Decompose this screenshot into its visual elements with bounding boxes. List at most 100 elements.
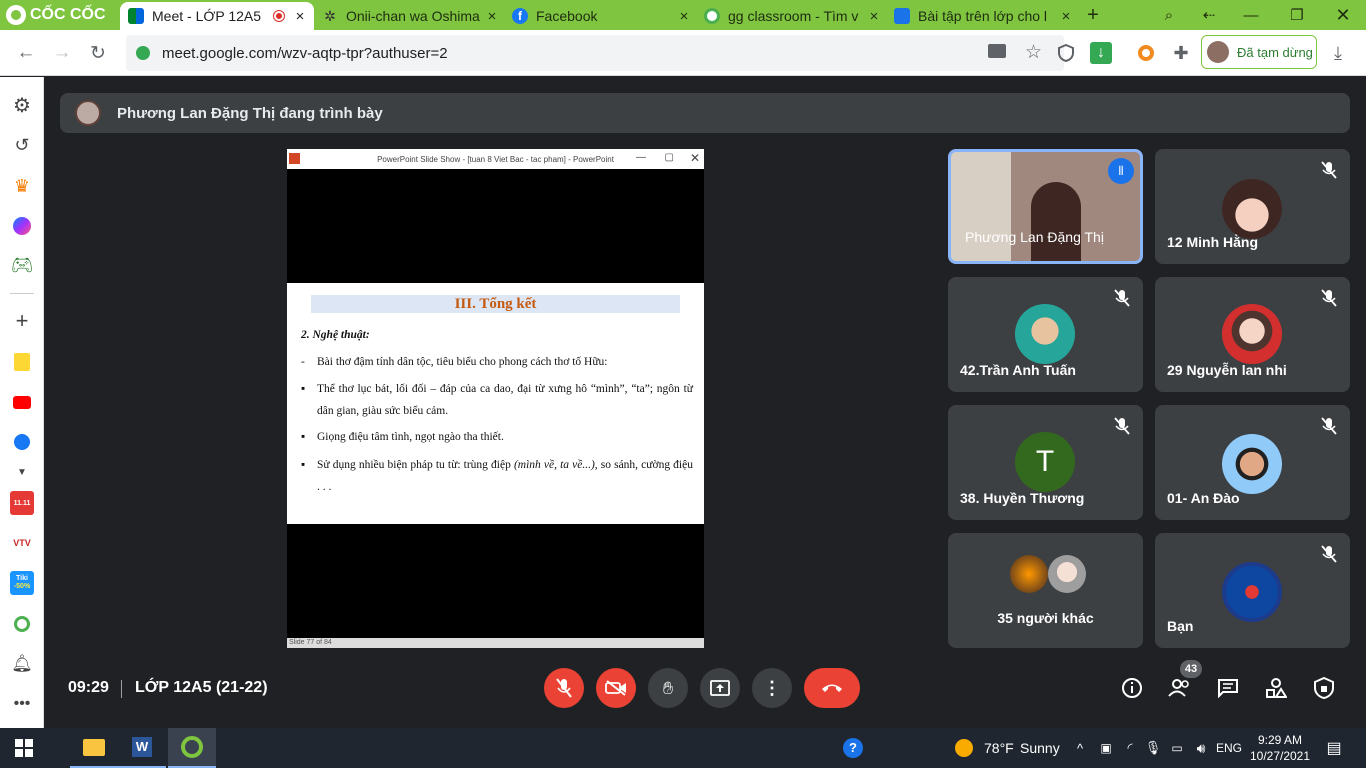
more-options-button[interactable]: ⋮ (752, 668, 792, 708)
temperature[interactable]: 78°F (984, 728, 1014, 768)
tab-title: Onii-chan wa Oshima (346, 8, 480, 24)
tab-bai-tap[interactable]: Bài tập trên lớp cho l × (886, 2, 1080, 30)
tab-title: Bài tập trên lớp cho l (918, 8, 1048, 24)
settings-gear-icon[interactable]: ⚙ (10, 93, 34, 117)
coccoc-logo[interactable]: CỐC CỐC (6, 4, 106, 26)
wifi-icon[interactable]: ◜ (1120, 728, 1140, 768)
gamepad-icon[interactable]: 🎮︎ (10, 253, 34, 277)
back-history-icon[interactable]: ⇠ (1186, 0, 1232, 30)
restore-button[interactable]: ❐ (1274, 0, 1320, 30)
weather-condition[interactable]: Sunny (1020, 728, 1060, 768)
facebook-icon[interactable] (10, 430, 34, 454)
slide-title: III. Tổng kết (311, 295, 680, 313)
download-icon[interactable]: ⤓ (1325, 40, 1351, 66)
add-panel-icon[interactable]: + (10, 308, 34, 333)
coccoc-logo-text: CỐC CỐC (30, 6, 106, 23)
tiki-icon[interactable]: Tiki -50% (10, 571, 34, 595)
others-tile[interactable]: 35 người khác (948, 533, 1143, 648)
shopping-11-11-icon[interactable]: 11.11 (10, 491, 34, 515)
participant-tile-presenter[interactable]: ⦀ Phương Lan Đặng Thị (948, 149, 1143, 264)
self-avatar (1222, 562, 1282, 622)
history-icon[interactable]: ↺ (10, 133, 34, 157)
coccoc-extension-icon[interactable] (1133, 40, 1159, 66)
participant-name: 29 Nguyễn lan nhi (1167, 362, 1287, 378)
bullet-text: Sử dụng nhiều biện pháp tu từ: trùng điệ… (317, 454, 693, 498)
tray-chevron-icon[interactable]: ^ (1070, 728, 1090, 768)
windows-start-icon[interactable] (0, 728, 48, 768)
presenter-video (1031, 182, 1081, 261)
download-extension-icon[interactable]: ↓ (1090, 42, 1112, 64)
tab-close-button[interactable]: × (292, 8, 308, 25)
microphone-icon[interactable]: 🎙︎ (1143, 728, 1163, 768)
meeting-control-bar: 09:29 LỚP 12A5 (21-22) ✋︎ ⋮ 43 (44, 660, 1366, 728)
weather-sun-icon[interactable] (950, 728, 978, 768)
notification-bell-icon[interactable]: 🔔︎ (10, 652, 34, 676)
file-explorer-icon[interactable] (70, 728, 118, 768)
raise-hand-button[interactable]: ✋︎ (648, 668, 688, 708)
coccoc-search-icon[interactable] (10, 612, 34, 636)
mic-off-icon (1316, 285, 1342, 311)
battery-icon[interactable]: ▭ (1166, 728, 1188, 768)
mic-off-icon (1316, 541, 1342, 567)
tab-gg-classroom[interactable]: gg classroom - Tìm v × (696, 2, 888, 30)
back-arrow-icon[interactable]: ← (12, 39, 40, 67)
notifications-icon[interactable]: ▤ (1320, 728, 1348, 768)
leave-call-button[interactable] (804, 668, 860, 708)
meeting-details-icon[interactable] (1118, 674, 1146, 702)
youtube-icon[interactable] (10, 390, 34, 414)
extensions-puzzle-icon[interactable]: ✚ (1168, 40, 1194, 66)
profile-paused-button[interactable]: Đã tạm dừng (1201, 35, 1317, 69)
participant-tile[interactable]: 29 Nguyễn lan nhi (1155, 277, 1350, 392)
tab-close-button[interactable]: × (484, 8, 500, 25)
reload-icon[interactable]: ↻ (84, 39, 112, 67)
language-indicator[interactable]: ENG (1216, 728, 1242, 768)
tab-close-button[interactable]: × (676, 8, 692, 25)
meet-now-icon[interactable]: ▣ (1096, 728, 1116, 768)
tab-meet[interactable]: Meet - LỚP 12A5 × (120, 2, 314, 30)
tab-onii-chan[interactable]: ✲ Onii-chan wa Oshima × (314, 2, 506, 30)
bookmark-star-icon[interactable]: ☆ (1025, 41, 1042, 64)
tab-close-button[interactable]: × (1058, 8, 1074, 25)
camera-icon[interactable] (988, 44, 1006, 58)
help-icon[interactable]: ? (838, 728, 868, 768)
people-icon[interactable]: 43 (1166, 660, 1202, 702)
tab-close-button[interactable]: × (866, 8, 882, 25)
omnibox[interactable]: meet.google.com/wzv-aqtp-tpr?authuser=2 … (126, 35, 1064, 71)
participant-tile[interactable]: 12 Minh Hằng (1155, 149, 1350, 264)
tiki-discount: -50% (13, 583, 31, 590)
shield-icon[interactable] (1053, 40, 1079, 66)
participant-tile[interactable]: T 38. Huyền Thương (948, 405, 1143, 520)
new-tab-button[interactable]: + (1076, 0, 1110, 30)
slide-bullet-2: ▪ Thể thơ lục bát, lối đối – đáp của ca d… (301, 378, 693, 422)
present-now-button[interactable] (700, 668, 740, 708)
camera-toggle-button[interactable] (596, 668, 636, 708)
participant-tile[interactable]: 01- An Đào (1155, 405, 1350, 520)
more-dots-icon[interactable]: ••• (10, 692, 34, 716)
chat-icon[interactable] (1214, 674, 1242, 702)
more-chevron-icon[interactable]: ▼ (10, 460, 34, 484)
notes-icon[interactable] (10, 350, 34, 374)
host-controls-icon[interactable] (1310, 674, 1338, 702)
clock[interactable]: 9:29 AM 10/27/2021 (1248, 728, 1312, 768)
forward-arrow-icon[interactable]: → (48, 39, 76, 67)
participant-tile[interactable]: 42.Trần Anh Tuấn (948, 277, 1143, 392)
messenger-icon[interactable] (10, 214, 34, 238)
ppt-maximize-icon: ▢ (664, 152, 674, 163)
classroom-icon (894, 8, 910, 24)
volume-icon[interactable]: 🔊︎ (1190, 728, 1212, 768)
crown-icon[interactable]: ♛ (10, 174, 34, 198)
bullet-text: Giọng điệu tâm tình, ngọt ngào tha thiết… (317, 431, 504, 443)
mic-toggle-button[interactable] (544, 668, 584, 708)
activities-icon[interactable] (1262, 674, 1290, 702)
word-icon[interactable]: W (118, 728, 166, 768)
tab-facebook[interactable]: f Facebook × (504, 2, 698, 30)
minimize-button[interactable]: — (1228, 0, 1274, 30)
settings-gear-icon: ✲ (324, 8, 336, 24)
vtv-icon[interactable]: VTV (10, 531, 34, 555)
coccoc-taskbar-icon[interactable] (168, 728, 216, 768)
close-window-button[interactable]: ✕ (1320, 0, 1366, 30)
presenting-text: Phương Lan Đặng Thị đang trình bày (117, 104, 383, 122)
presenter-avatar (75, 100, 101, 126)
coccoc-logo-icon (6, 5, 26, 25)
self-tile[interactable]: Bạn (1155, 533, 1350, 648)
